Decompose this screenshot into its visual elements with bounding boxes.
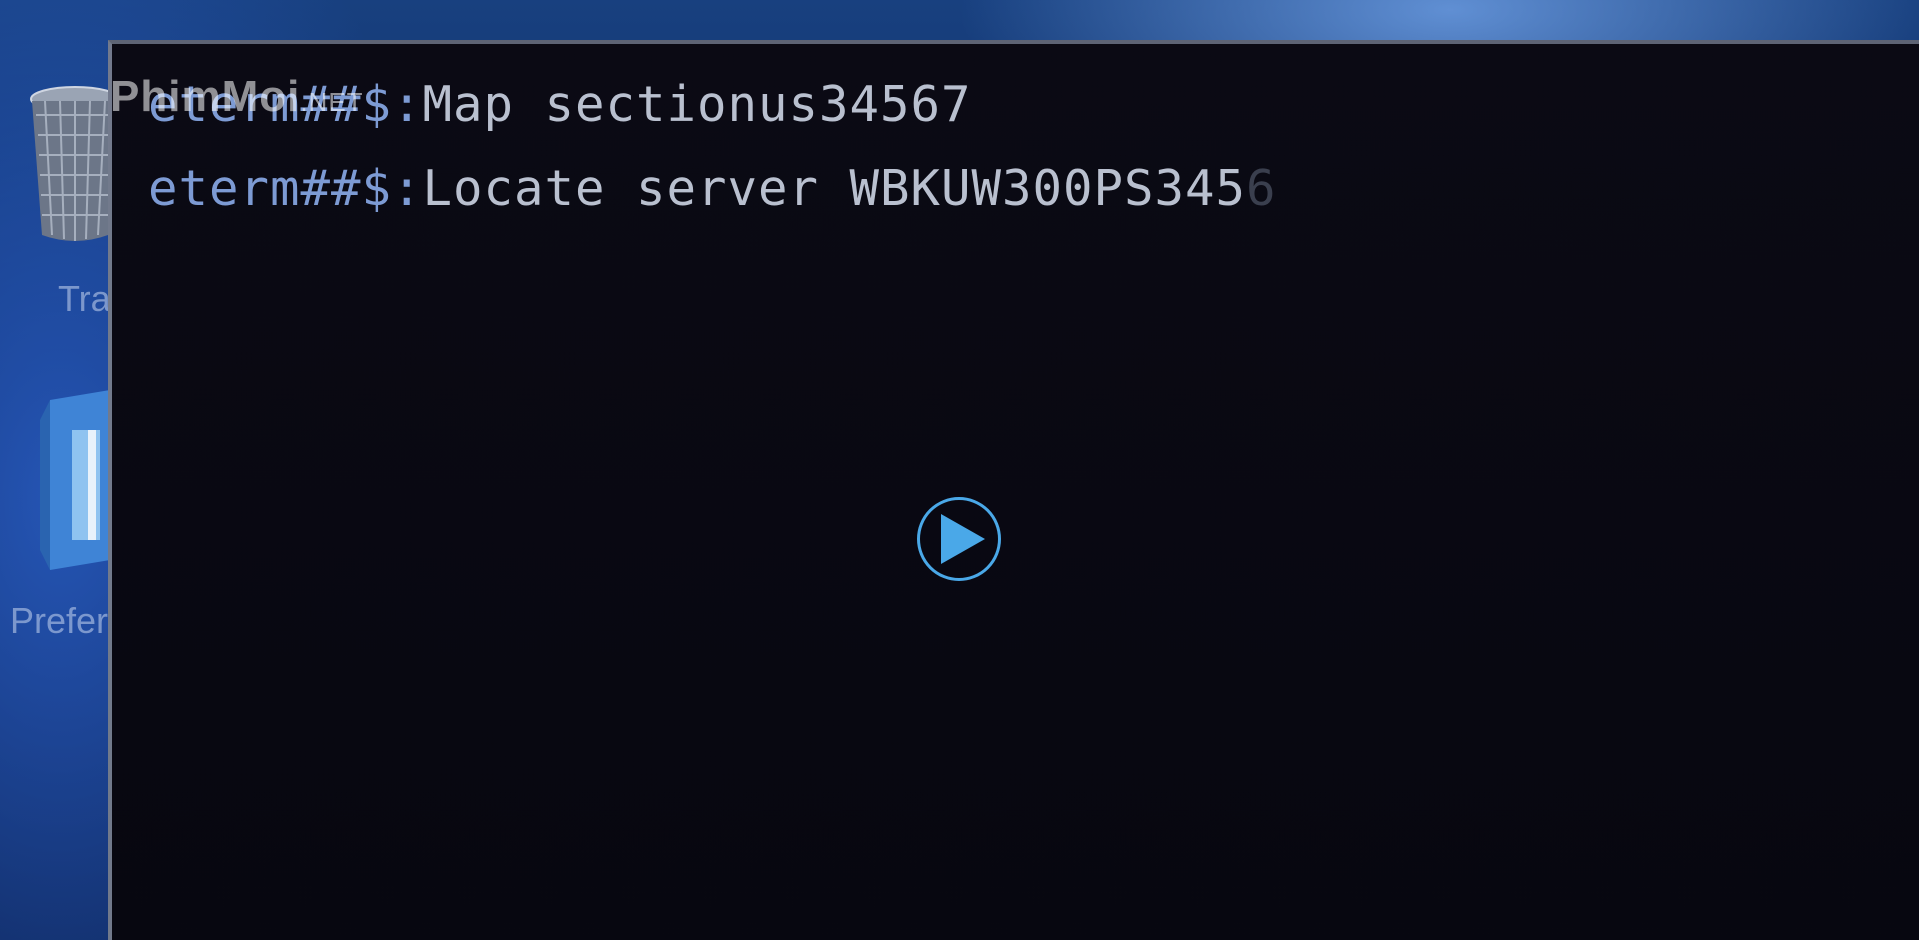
terminal-window[interactable]: eterm##$: Map sectionus34567 eterm##$:Loc… [108,40,1919,940]
preferences-folder-icon[interactable] [30,390,120,570]
watermark-logo: PhimMoi.NET [110,72,364,122]
video-frame: Tra Prefer eterm##$: Map sectionus34567 e… [0,0,1919,940]
terminal-line: eterm##$:Locate server WBKUW300PS3456 [148,160,1277,217]
watermark-main: PhimMoi [110,72,301,121]
trash-icon[interactable] [30,85,120,245]
play-icon [941,514,985,564]
terminal-typing-char: 6 [1246,160,1277,217]
terminal-command: Locate server WBKUW300PS345 [422,160,1247,217]
watermark-sub: .NET [300,87,364,117]
terminal-prompt: eterm##$: [148,160,423,217]
play-button[interactable] [917,497,1001,581]
trash-label: Tra [58,278,111,319]
terminal-command: Map sectionus34567 [422,76,972,133]
preferences-label: Prefer [10,600,109,641]
